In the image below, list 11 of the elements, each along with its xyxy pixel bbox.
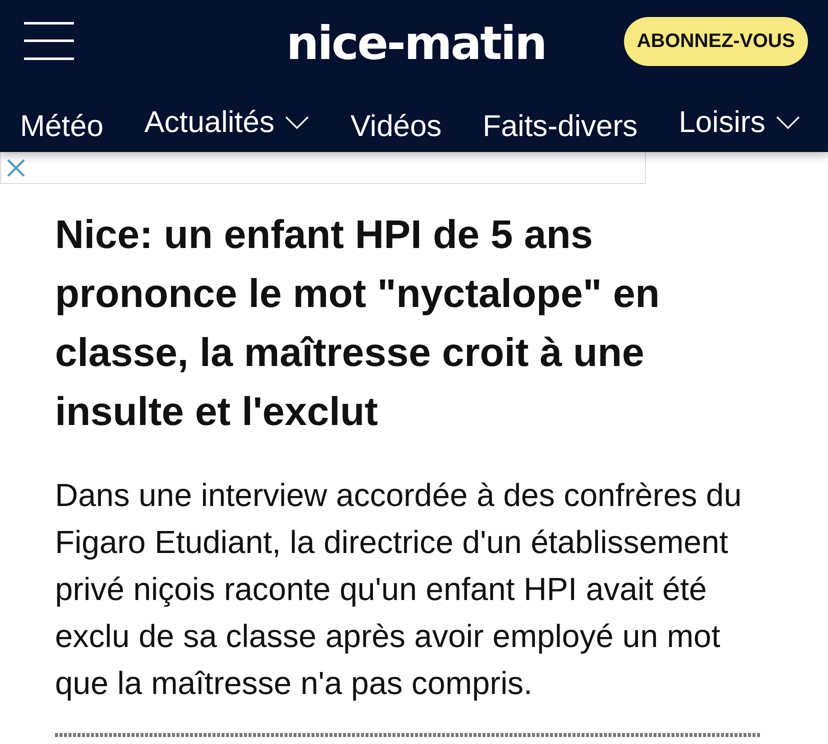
nav-link[interactable]: Loisirs bbox=[678, 106, 800, 140]
article-title[interactable]: Nice: un enfant HPI de 5 ans prononce le mot "nyctalope" en classe, la maîtresse croit à une insulte et l'exclut bbox=[55, 206, 705, 442]
site-logo[interactable]: nice-matin bbox=[286, 16, 546, 70]
close-icon[interactable] bbox=[7, 158, 25, 176]
nav-link[interactable]: Faits-divers bbox=[482, 110, 638, 144]
nav-link[interactable]: Actualités bbox=[144, 106, 310, 140]
article-summary: Dans une interview accordée à des confrères du Figaro Etudiant, la directrice d'un établissement privé niçois raconte qu'un enfant HPI avait été exclu de sa classe après avoir employé un mot que la maîtresse n'a pas compris. bbox=[55, 476, 743, 703]
nav-link[interactable]: Météo bbox=[20, 110, 104, 144]
nav-link[interactable]: Vidéos bbox=[350, 110, 442, 144]
subscribe-button[interactable]: ABONNEZ-VOUS bbox=[624, 17, 808, 66]
menu-icon[interactable] bbox=[24, 22, 74, 60]
